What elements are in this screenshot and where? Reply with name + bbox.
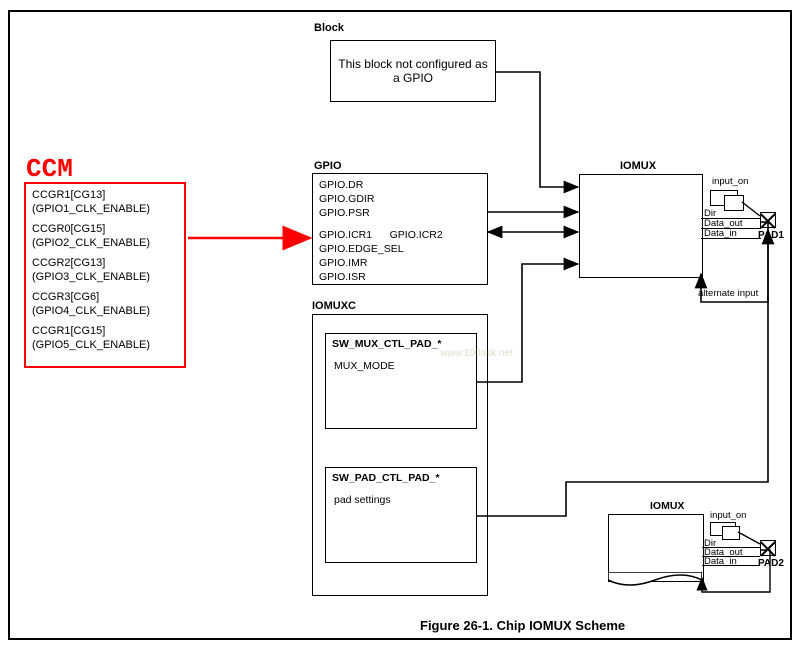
ccm-desc: (GPIO2_CLK_ENABLE) (32, 236, 178, 250)
gpio-reg: GPIO.PSR (319, 206, 481, 220)
sw-mux-ctl-title: SW_MUX_CTL_PAD_* (332, 338, 442, 350)
ccm-reg: CCGR0[CG15] (32, 222, 178, 236)
ccm-entry: CCGR2[CG13] (GPIO3_CLK_ENABLE) (32, 256, 178, 284)
gpio-reg: GPIO.ICR2 (390, 229, 443, 241)
sig-line (702, 547, 760, 548)
sw-pad-ctl-title: SW_PAD_CTL_PAD_* (332, 472, 440, 484)
torn-edge-icon (608, 572, 702, 590)
ccm-reg: CCGR1[CG15] (32, 324, 178, 338)
gpio-label: GPIO (314, 160, 342, 172)
sig-input-on-2: input_on (710, 510, 746, 521)
gpio-reg: GPIO.ISR (319, 270, 481, 284)
gpio-reg-row: GPIO.ICR1 GPIO.ICR2 (319, 228, 481, 242)
gpio-reg: GPIO.IMR (319, 256, 481, 270)
ccm-box: CCGR1[CG13] (GPIO1_CLK_ENABLE) CCGR0[CG1… (24, 182, 186, 368)
ccm-reg: CCGR1[CG13] (32, 188, 178, 202)
ccm-entry: CCGR1[CG13] (GPIO1_CLK_ENABLE) (32, 188, 178, 216)
gpio-box: GPIO.DR GPIO.GDIR GPIO.PSR GPIO.ICR1 GPI… (312, 173, 488, 285)
iomuxc-label: IOMUXC (312, 300, 356, 312)
ccm-entry: CCGR0[CG15] (GPIO2_CLK_ENABLE) (32, 222, 178, 250)
block-label: Block (314, 22, 344, 34)
ccm-reg: CCGR2[CG13] (32, 256, 178, 270)
ccm-entry: CCGR1[CG15] (GPIO5_CLK_ENABLE) (32, 324, 178, 352)
gpio-reg: GPIO.GDIR (319, 192, 481, 206)
sig-line (702, 556, 760, 557)
diagram-frame: CCM CCGR1[CG13] (GPIO1_CLK_ENABLE) CCGR0… (8, 10, 792, 640)
figure-caption: Figure 26-1. Chip IOMUX Scheme (420, 618, 625, 633)
sig-alt-input: alternate input (698, 288, 758, 299)
iomuxc-box: SW_MUX_CTL_PAD_* MUX_MODE SW_PAD_CTL_PAD… (312, 314, 488, 596)
block-text: This block not configured as a GPIO (335, 57, 491, 85)
gpio-reg: GPIO.DR (319, 178, 481, 192)
block-box: This block not configured as a GPIO (330, 40, 496, 102)
pad1-label: PAD1 (758, 230, 784, 241)
sig-line (701, 238, 761, 239)
pad2-box (760, 540, 776, 556)
ccm-entry: CCGR3[CG6] (GPIO4_CLK_ENABLE) (32, 290, 178, 318)
sw-mux-ctl-field: MUX_MODE (334, 360, 468, 372)
sig-line (701, 218, 761, 219)
iomux-box-1 (579, 174, 703, 278)
iomux-label-1: IOMUX (620, 160, 656, 172)
sw-pad-ctl-field: pad settings (334, 494, 468, 506)
ccm-desc: (GPIO3_CLK_ENABLE) (32, 270, 178, 284)
ccm-title: CCM (26, 154, 73, 184)
ccm-desc: (GPIO4_CLK_ENABLE) (32, 304, 178, 318)
gpio-reg: GPIO.EDGE_SEL (319, 242, 481, 256)
mux-buf-1b (724, 195, 744, 211)
pad2-label: PAD2 (758, 558, 784, 569)
ccm-desc: (GPIO5_CLK_ENABLE) (32, 338, 178, 352)
pad1-box (760, 212, 776, 228)
sw-mux-ctl-box: SW_MUX_CTL_PAD_* MUX_MODE (325, 333, 477, 429)
sig-line (702, 565, 760, 566)
gpio-reg: GPIO.ICR1 (319, 229, 372, 241)
sig-line (701, 228, 761, 229)
ccm-reg: CCGR3[CG6] (32, 290, 178, 304)
mux-buf-2b (722, 526, 740, 540)
iomux-label-2: IOMUX (650, 500, 684, 512)
sw-pad-ctl-box: SW_PAD_CTL_PAD_* pad settings (325, 467, 477, 563)
ccm-desc: (GPIO1_CLK_ENABLE) (32, 202, 178, 216)
sig-input-on-1: input_on (712, 176, 748, 187)
